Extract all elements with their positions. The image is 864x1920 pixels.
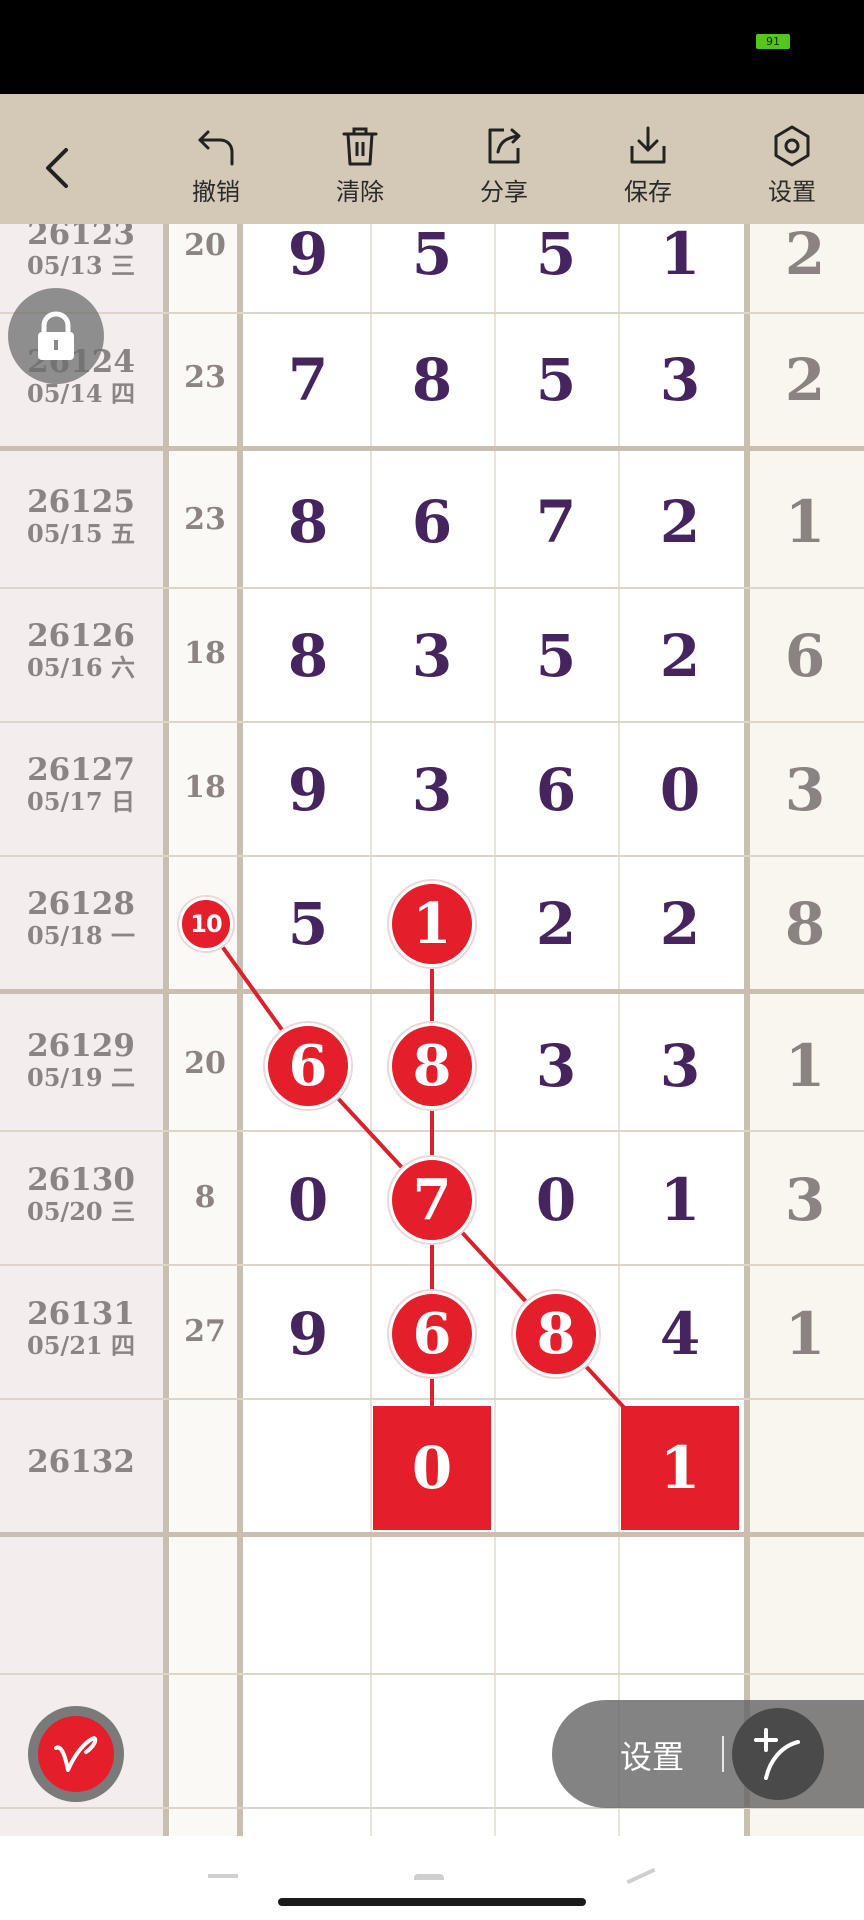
draw-line-button[interactable]	[732, 1708, 824, 1800]
highlight-ball: 6	[389, 1291, 475, 1377]
gear-icon	[774, 125, 810, 167]
undo-button[interactable]: 撤销	[166, 124, 266, 216]
pen-button-face	[38, 1716, 114, 1792]
table-row-period: 26130 05/20 三	[27, 1162, 135, 1226]
highlight-ball: 8	[513, 1291, 599, 1377]
digit-cell: 0	[659, 756, 701, 824]
digit-cell: 5	[535, 622, 577, 690]
table-row-sum: 18	[184, 770, 226, 805]
last-digit-cell: 3	[784, 1166, 826, 1234]
prediction-cell[interactable]: 0	[373, 1406, 491, 1530]
back-button[interactable]	[38, 146, 78, 190]
undo-label: 撤销	[192, 178, 240, 206]
save-button[interactable]: 保存	[598, 124, 698, 216]
pen-stroke-icon	[54, 1736, 98, 1772]
clear-button[interactable]: 清除	[310, 124, 410, 216]
table-row-sum: 18	[184, 636, 226, 671]
undo-icon	[198, 130, 234, 166]
digit-cell: 5	[535, 224, 577, 288]
draw-curve-icon	[754, 1728, 800, 1780]
toolbar	[0, 94, 864, 224]
digit-cell: 9	[287, 224, 329, 288]
trash-icon	[342, 127, 378, 166]
settings-label: 设置	[768, 178, 816, 206]
digit-cell: 3	[411, 622, 453, 690]
sum-ball: 10	[179, 897, 233, 951]
table-row-sum: 23	[184, 502, 226, 537]
digit-cell: 0	[535, 1166, 577, 1234]
digit-cell: 9	[287, 756, 329, 824]
back-arrow-icon	[46, 148, 68, 188]
last-digit-cell: 1	[784, 1300, 826, 1368]
last-digit-cell: 2	[784, 224, 826, 288]
table-row-period: 26132	[27, 1444, 135, 1480]
digit-cell: 5	[287, 890, 329, 958]
highlight-ball: 6	[265, 1023, 351, 1109]
table-row-sum: 20	[184, 1046, 226, 1081]
home-indicator[interactable]	[278, 1898, 586, 1906]
digit-cell: 3	[659, 1032, 701, 1100]
digit-cell: 1	[659, 224, 701, 288]
digit-cell: 7	[287, 346, 329, 414]
digit-cell: 9	[287, 1300, 329, 1368]
pill-divider	[722, 1736, 724, 1772]
digit-cell: 3	[535, 1032, 577, 1100]
clear-label: 清除	[336, 178, 384, 206]
home-nav-icon[interactable]	[414, 1874, 444, 1880]
table-row-sum: 8	[194, 1180, 216, 1215]
digit-cell: 1	[659, 1166, 701, 1234]
digit-cell: 6	[411, 488, 453, 556]
table-row-period: 26129 05/19 二	[27, 1028, 135, 1092]
digit-cell: 7	[535, 488, 577, 556]
floating-settings-pill[interactable]: 设置	[552, 1700, 864, 1808]
last-digit-cell: 2	[784, 346, 826, 414]
table-row-period: 26126 05/16 六	[27, 618, 135, 682]
digit-cell: 2	[659, 622, 701, 690]
menu-nav-icon[interactable]	[208, 1874, 238, 1878]
digit-cell: 8	[287, 622, 329, 690]
settings-button[interactable]: 设置	[742, 124, 842, 216]
trend-chart-grid[interactable]: 2612305/13 三 20 9 5 5 1 2 2612405/14 四 2…	[0, 224, 864, 1836]
table-row-sum: 20	[184, 228, 226, 263]
last-digit-cell: 1	[784, 1032, 826, 1100]
digit-cell: 2	[659, 890, 701, 958]
battery-icon: 91	[756, 34, 790, 49]
save-label: 保存	[624, 178, 672, 206]
digit-cell: 2	[535, 890, 577, 958]
digit-cell: 5	[411, 224, 453, 288]
highlight-ball: 1	[389, 881, 475, 967]
digit-cell: 2	[659, 488, 701, 556]
digit-cell: 3	[659, 346, 701, 414]
lock-button[interactable]	[8, 288, 104, 384]
highlight-ball: 7	[389, 1157, 475, 1243]
table-row-period: 26131 05/21 四	[27, 1296, 135, 1360]
digit-cell: 8	[287, 488, 329, 556]
last-digit-cell: 1	[784, 488, 826, 556]
share-button[interactable]: 分享	[454, 124, 554, 216]
last-digit-cell: 3	[784, 756, 826, 824]
table-row-period: 26125 05/15 五	[27, 484, 135, 548]
digit-cell: 0	[287, 1166, 329, 1234]
share-icon	[488, 128, 521, 164]
highlight-ball: 8	[389, 1023, 475, 1109]
share-label: 分享	[480, 178, 528, 206]
table-row-sum: 27	[184, 1314, 226, 1349]
table-row-period: 26127 05/17 日	[27, 752, 135, 816]
last-digit-cell: 8	[784, 890, 826, 958]
lock-icon	[38, 311, 74, 360]
pen-button[interactable]	[28, 1706, 124, 1802]
digit-cell: 5	[535, 346, 577, 414]
last-digit-cell: 6	[784, 622, 826, 690]
floating-settings-label: 设置	[620, 1738, 685, 1776]
table-row-period: 26123 05/13 三	[27, 224, 135, 280]
download-icon	[630, 126, 666, 164]
digit-cell: 3	[411, 756, 453, 824]
digit-cell: 8	[411, 346, 453, 414]
prediction-cell[interactable]: 1	[621, 1406, 739, 1530]
table-row-sum: 23	[184, 360, 226, 395]
digit-cell: 4	[659, 1300, 701, 1368]
table-row-period: 26128 05/18 一	[27, 886, 135, 950]
status-bar: 91	[0, 0, 864, 94]
digit-cell: 6	[535, 756, 577, 824]
